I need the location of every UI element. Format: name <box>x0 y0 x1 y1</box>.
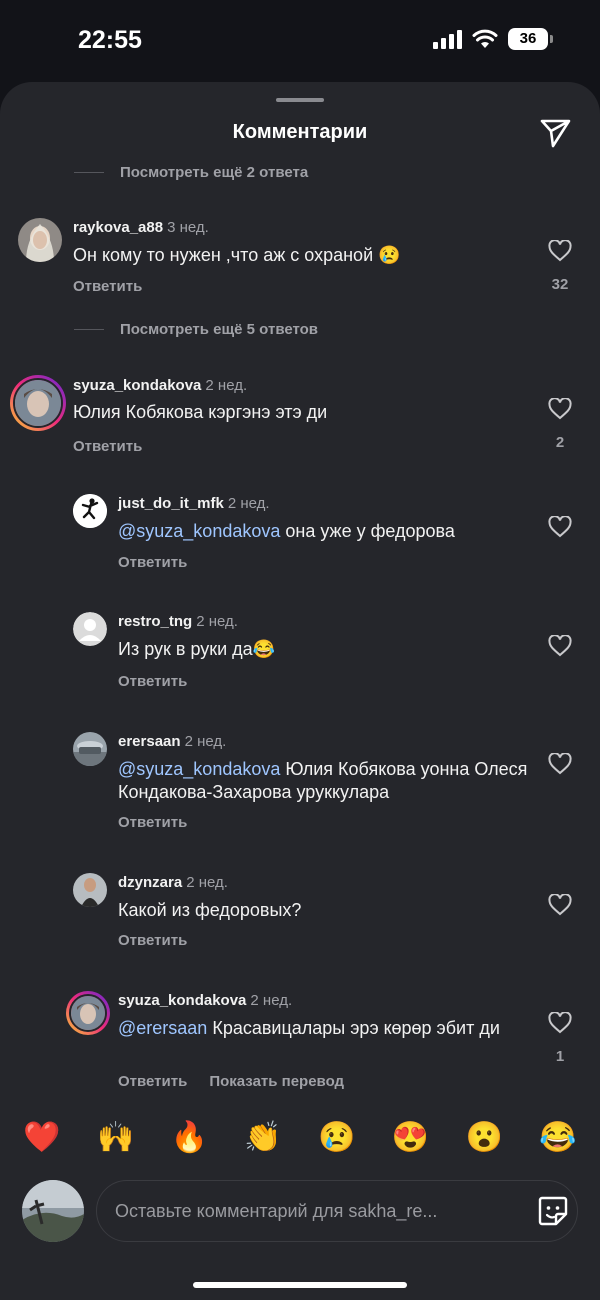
comment-header: restro_tng 2 нед. <box>118 613 238 630</box>
heart-outline-icon[interactable] <box>548 635 572 657</box>
wifi-icon <box>472 29 498 48</box>
comment-composer: Оставьте комментарий для sakha_re... <box>0 1178 600 1242</box>
heart-outline-icon[interactable] <box>548 398 572 420</box>
username[interactable]: syuza_kondakova <box>73 377 201 394</box>
sheet-grabber[interactable] <box>276 98 324 102</box>
emoji-button[interactable]: ❤️ <box>22 1120 62 1155</box>
reply-button[interactable]: Ответить <box>118 554 187 571</box>
mention-link[interactable]: @syuza_kondakova <box>118 521 280 541</box>
reply-button[interactable]: Ответить <box>118 814 187 831</box>
username[interactable]: dzynzara <box>118 874 182 891</box>
comment-text: Юлия Кобякова кэргэнэ этэ ди <box>73 402 328 422</box>
mention-link[interactable]: @syuza_kondakova <box>118 759 280 779</box>
heart-outline-icon[interactable] <box>548 1012 572 1034</box>
comment-actions: Ответить <box>73 278 142 295</box>
timestamp: 2 нед. <box>250 992 293 1009</box>
comment-text: Какой из федоровых? <box>118 900 302 920</box>
status-bar: 22:55 36 <box>0 0 600 84</box>
heart-outline-icon[interactable] <box>548 516 572 538</box>
status-time: 22:55 <box>78 26 142 54</box>
divider-line <box>74 329 104 330</box>
comment-text: @erersaan Красавицалары эрэ көрөр эбит д… <box>118 1017 538 1040</box>
comment-header: raykova_a88 3 нед. <box>73 219 209 236</box>
emoji-button[interactable]: 😢 <box>317 1120 357 1155</box>
timestamp: 3 нед. <box>167 219 209 236</box>
comment-body: она уже у федорова <box>280 521 455 541</box>
timestamp: 2 нед. <box>227 495 270 512</box>
status-icons: 36 <box>433 28 553 50</box>
avatar[interactable] <box>73 873 107 907</box>
heart-outline-icon[interactable] <box>548 753 572 775</box>
translate-button[interactable]: Показать перевод <box>209 1073 344 1090</box>
sticker-icon[interactable] <box>536 1194 570 1228</box>
avatar[interactable] <box>10 375 66 431</box>
comment-actions: Ответить Показать перевод <box>118 1073 344 1090</box>
username[interactable]: just_do_it_mfk <box>118 495 224 512</box>
paper-plane-icon[interactable] <box>538 116 572 150</box>
battery-icon: 36 <box>508 28 553 50</box>
timestamp: 2 нед. <box>196 613 238 630</box>
comment-text: @syuza_kondakova Юлия Кобякова уонна Оле… <box>118 758 538 804</box>
avatar[interactable] <box>66 991 110 1035</box>
timestamp: 2 нед. <box>184 733 227 750</box>
comment-actions: Ответить <box>118 554 187 571</box>
signal-icon <box>433 29 462 49</box>
comment-header: erersaan 2 нед. <box>118 733 226 750</box>
divider-line <box>74 172 104 173</box>
like-count: 32 <box>551 276 569 293</box>
comment-header: syuza_kondakova 2 нед. <box>118 992 292 1009</box>
like-count: 2 <box>555 434 565 451</box>
reply-button[interactable]: Ответить <box>118 1073 187 1090</box>
username[interactable]: syuza_kondakova <box>118 992 246 1009</box>
avatar[interactable] <box>73 732 107 766</box>
view-more-label: Посмотреть ещё 5 ответов <box>120 321 319 338</box>
heart-outline-icon[interactable] <box>548 240 572 262</box>
username[interactable]: restro_tng <box>118 613 192 630</box>
timestamp: 2 нед. <box>205 377 248 394</box>
comment-text: Из рук в руки да😂 <box>118 639 276 659</box>
like-count: 1 <box>555 1048 565 1065</box>
my-avatar[interactable] <box>22 1180 84 1242</box>
avatar[interactable] <box>73 494 107 528</box>
comment-text: @syuza_kondakova она уже у федорова <box>118 520 538 543</box>
comment-header: just_do_it_mfk 2 нед. <box>118 495 270 512</box>
username[interactable]: raykova_a88 <box>73 219 163 236</box>
reply-button[interactable]: Ответить <box>73 278 142 295</box>
comment-actions: Ответить <box>73 438 142 455</box>
emoji-button[interactable]: 🙌 <box>96 1120 136 1155</box>
reply-button[interactable]: Ответить <box>118 932 187 949</box>
emoji-button[interactable]: 😮 <box>464 1120 504 1155</box>
comment-actions: Ответить <box>118 673 187 690</box>
comment-input[interactable]: Оставьте комментарий для sakha_re... <box>96 1180 578 1242</box>
emoji-reaction-bar: ❤️ 🙌 🔥 👏 😢 😍 😮 😂 <box>0 1120 600 1155</box>
avatar[interactable] <box>73 612 107 646</box>
emoji-button[interactable]: 👏 <box>243 1120 283 1155</box>
emoji-button[interactable]: 😍 <box>391 1120 431 1155</box>
comment-text: Он кому то нужен ,что аж с охраной 😢 <box>73 245 401 265</box>
emoji-button[interactable]: 😂 <box>538 1120 578 1155</box>
reply-button[interactable]: Ответить <box>118 673 187 690</box>
sheet-title: Комментарии <box>232 121 368 143</box>
comment-header: syuza_kondakova 2 нед. <box>73 377 247 394</box>
view-more-replies[interactable]: Посмотреть ещё 5 ответов <box>74 321 318 338</box>
view-more-replies[interactable]: Посмотреть ещё 2 ответа <box>74 164 308 181</box>
emoji-button[interactable]: 🔥 <box>169 1120 209 1155</box>
comment-actions: Ответить <box>118 814 187 831</box>
comment-header: dzynzara 2 нед. <box>118 874 228 891</box>
view-more-label: Посмотреть ещё 2 ответа <box>120 164 309 181</box>
timestamp: 2 нед. <box>186 874 228 891</box>
avatar[interactable] <box>18 218 62 262</box>
heart-outline-icon[interactable] <box>548 894 572 916</box>
reply-button[interactable]: Ответить <box>73 438 142 455</box>
comment-actions: Ответить <box>118 932 187 949</box>
home-indicator[interactable] <box>193 1282 407 1288</box>
comment-body: Красавицалары эрэ көрөр эбит ди <box>207 1018 500 1038</box>
mention-link[interactable]: @erersaan <box>118 1018 207 1038</box>
username[interactable]: erersaan <box>118 733 181 750</box>
